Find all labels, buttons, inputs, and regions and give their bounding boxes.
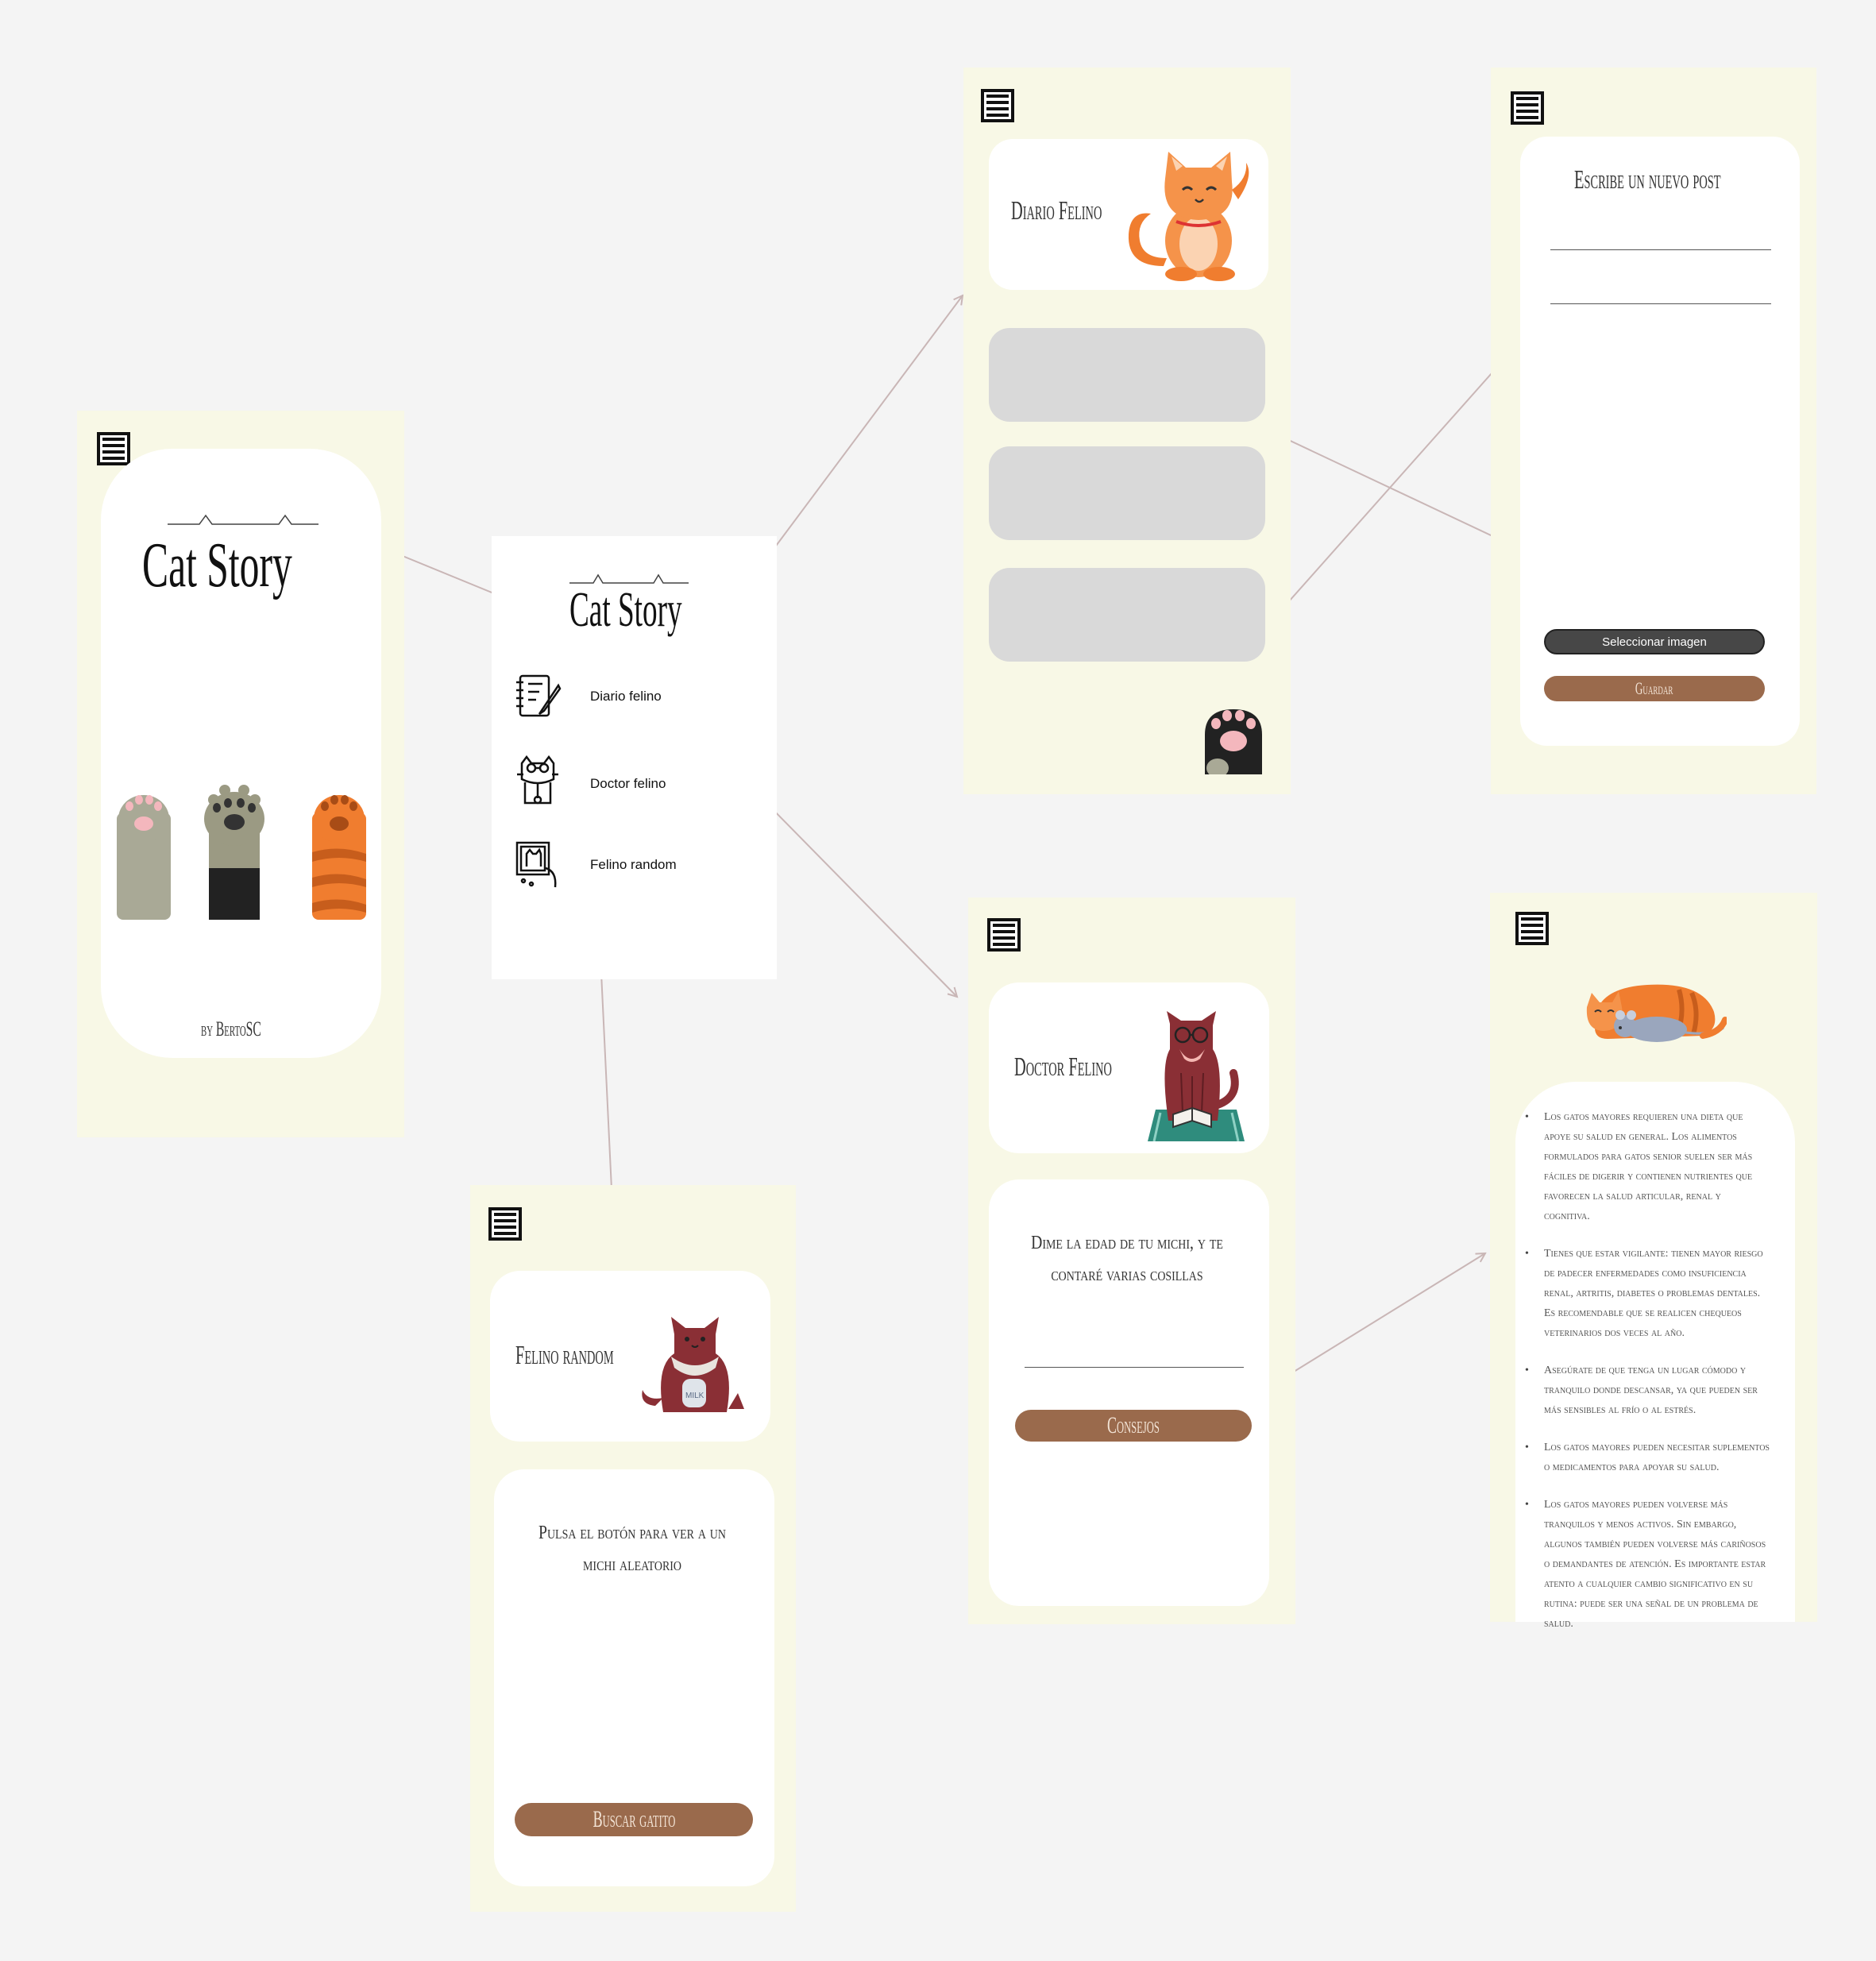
- random-screen: Felino random MILK Pulsa el botón para v…: [470, 1185, 796, 1912]
- nav-menu-screen: Cat Story Diario felino Doctor felino Fe…: [492, 536, 777, 979]
- orange-cat-illustration: [1128, 152, 1249, 281]
- app-title: Cat Story: [142, 531, 292, 600]
- cat-with-milk-illustration: MILK: [642, 1317, 744, 1412]
- nav-item-doctor-label: Doctor felino: [590, 776, 666, 791]
- post-body-field[interactable]: [1550, 278, 1771, 304]
- dark-paw-icon: [204, 785, 264, 920]
- arrow-menu-to-doctor: [766, 803, 957, 997]
- hamburger-menu-icon[interactable]: [1511, 91, 1544, 125]
- advice-tip: Los gatos mayores pueden volverse más tr…: [1515, 1495, 1770, 1634]
- diario-screen: Diario Felino: [963, 68, 1291, 794]
- diario-title: Diario Felino: [1011, 196, 1102, 226]
- new-post-title: Escribe un nuevo post: [1574, 165, 1721, 195]
- hamburger-menu-icon[interactable]: [1515, 912, 1549, 945]
- svg-text:MILK: MILK: [685, 1392, 704, 1400]
- nav-item-random-label: Felino random: [590, 857, 677, 872]
- save-button-label: Guardar: [1635, 678, 1673, 698]
- save-button[interactable]: Guardar: [1544, 676, 1765, 701]
- post-placeholder[interactable]: [989, 568, 1265, 662]
- nav-item-random[interactable]: Felino random: [514, 840, 760, 892]
- random-header-card: Felino random MILK: [490, 1271, 770, 1442]
- post-placeholder[interactable]: [989, 446, 1265, 540]
- advice-screen: Los gatos mayores requieren una dieta qu…: [1490, 893, 1817, 1630]
- splash-screen: Cat Story by BertoSC: [77, 411, 404, 1137]
- cat-picture-icon: [515, 841, 557, 888]
- new-post-card: Escribe un nuevo post Seleccionar imagen…: [1520, 137, 1800, 746]
- cat-ears-line-icon: [168, 514, 318, 525]
- paw-icon[interactable]: [1202, 695, 1265, 774]
- search-cat-button-label: Buscar gatito: [593, 1806, 675, 1832]
- advice-button[interactable]: Consejos: [1015, 1410, 1252, 1442]
- advice-tip: Los gatos mayores requieren una dieta qu…: [1515, 1107, 1770, 1226]
- sleeping-cats-illustration: [1586, 984, 1727, 1042]
- gray-paw-icon: [117, 795, 171, 920]
- doctor-title: Doctor Felino: [1014, 1052, 1112, 1082]
- random-content-card: Pulsa el botón para ver a un michi aleat…: [494, 1469, 774, 1886]
- select-image-button[interactable]: Seleccionar imagen: [1544, 629, 1765, 654]
- hamburger-menu-icon[interactable]: [488, 1207, 522, 1241]
- orange-paw-icon: [312, 795, 366, 920]
- arrow-diario-to-newpost: [1276, 338, 1523, 616]
- search-cat-button[interactable]: Buscar gatito: [515, 1803, 753, 1836]
- post-title-field[interactable]: [1550, 224, 1771, 250]
- arrow-menu-to-diario: [766, 295, 963, 558]
- nav-item-diario-label: Diario felino: [590, 689, 662, 704]
- notebook-icon: [516, 674, 562, 717]
- byline: by BertoSC: [201, 1017, 261, 1040]
- doctor-screen: Doctor Felino Dime la edad de tu michi, …: [968, 898, 1295, 1624]
- advice-card: Los gatos mayores requieren una dieta qu…: [1515, 1082, 1795, 1630]
- advice-button-label: Consejos: [1107, 1412, 1160, 1438]
- new-post-screen: Escribe un nuevo post Seleccionar imagen…: [1491, 68, 1816, 794]
- hamburger-menu-icon[interactable]: [981, 89, 1014, 122]
- cat-age-field[interactable]: [1025, 1338, 1244, 1368]
- hamburger-menu-icon[interactable]: [987, 918, 1021, 952]
- splash-card: Cat Story by BertoSC: [101, 449, 381, 1058]
- random-prompt: Pulsa el botón para ver a un michi aleat…: [538, 1523, 726, 1575]
- nav-item-diario[interactable]: Diario felino: [514, 671, 760, 724]
- reading-cat-illustration: [1148, 1011, 1245, 1141]
- nav-menu-title: Cat Story: [569, 583, 682, 637]
- nav-item-doctor[interactable]: Doctor felino: [514, 755, 760, 808]
- doctor-content-card: Dime la edad de tu michi, y te contaré v…: [989, 1179, 1269, 1606]
- random-title: Felino random: [515, 1341, 614, 1370]
- arrow-menu-to-random: [600, 955, 612, 1206]
- advice-tip: Tienes que estar vigilante: tienen mayor…: [1515, 1244, 1770, 1343]
- doctor-cat-icon: [517, 755, 558, 805]
- advice-tip: Los gatos mayores pueden necesitar suple…: [1515, 1438, 1770, 1477]
- hamburger-menu-icon[interactable]: [97, 432, 130, 465]
- doctor-header-card: Doctor Felino: [989, 982, 1269, 1153]
- doctor-prompt: Dime la edad de tu michi, y te contaré v…: [1031, 1233, 1223, 1285]
- advice-tip: Asegúrate de que tenga un lugar cómodo y…: [1515, 1361, 1770, 1420]
- advice-tips-list: Los gatos mayores requieren una dieta qu…: [1515, 1107, 1770, 1651]
- post-placeholder[interactable]: [989, 328, 1265, 422]
- diario-header-card: Diario Felino: [989, 139, 1268, 290]
